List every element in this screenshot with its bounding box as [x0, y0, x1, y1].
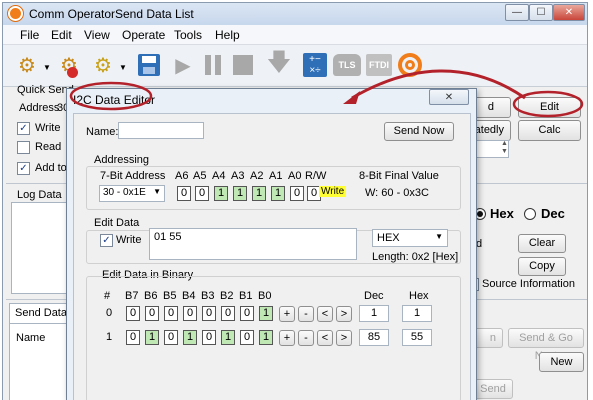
dialog-title-highlight	[69, 81, 153, 111]
annotation-overlay	[69, 69, 584, 118]
annotation-arrowhead-icon	[343, 91, 360, 104]
screenshot-root: Comm Operator Send Data List — ☐ ✕ File …	[0, 0, 593, 400]
edit-button-highlight	[512, 90, 584, 118]
annotation-arrow	[351, 69, 526, 100]
